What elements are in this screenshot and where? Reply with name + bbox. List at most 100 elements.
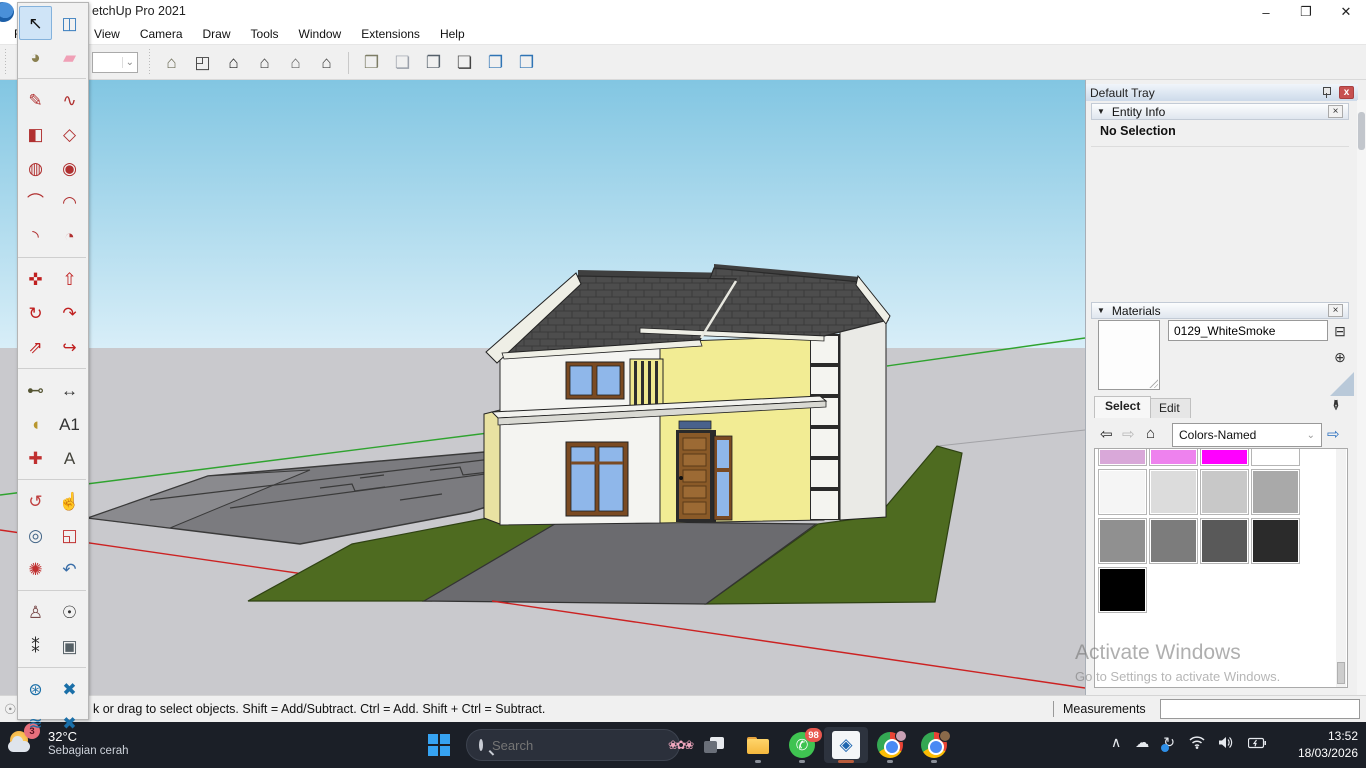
style-shaded-with-textures[interactable]: ❒ — [356, 49, 387, 76]
black[interactable] — [1098, 567, 1147, 613]
gray[interactable] — [1149, 518, 1198, 564]
sync-icon[interactable]: ↻ — [1163, 734, 1175, 751]
sketchup-taskbar-button[interactable]: ◈ — [824, 727, 868, 763]
view-iso[interactable]: ⌂ — [156, 49, 187, 76]
minimize-button[interactable]: – — [1246, 0, 1286, 24]
entity-info-header[interactable]: ▼ Entity Info × — [1091, 103, 1349, 120]
rotated-rectangle[interactable]: ◇ — [53, 117, 86, 151]
materials-header[interactable]: ▼ Materials × — [1091, 302, 1349, 319]
back-arrow-icon[interactable]: ⇦ — [1100, 425, 1113, 443]
view-front[interactable]: ⌂ — [218, 49, 249, 76]
start-button[interactable] — [428, 734, 450, 756]
zoom-extents[interactable]: ✺ — [19, 552, 52, 586]
geolocation-icon[interactable]: ☉ — [4, 701, 17, 718]
material-preview[interactable] — [1098, 320, 1160, 390]
rectangle[interactable]: ◧ — [19, 117, 52, 151]
materials-close-button[interactable]: × — [1328, 304, 1343, 317]
dimension[interactable]: ↔ — [53, 373, 86, 407]
plum[interactable] — [1098, 449, 1147, 466]
pie[interactable]: ◔ — [53, 219, 86, 253]
forward-arrow-icon[interactable]: ⇨ — [1122, 425, 1135, 443]
orbit[interactable]: ↺ — [19, 484, 52, 518]
three-point-arc[interactable]: ◝ — [19, 219, 52, 253]
polygon[interactable]: ◉ — [53, 151, 86, 185]
style-shaded[interactable]: ❐ — [480, 49, 511, 76]
pin-icon[interactable] — [1321, 87, 1331, 98]
two-point-arc[interactable]: ⌒ — [19, 185, 52, 219]
menu-item[interactable]: Draw — [193, 24, 241, 44]
line[interactable]: ✎ — [19, 83, 52, 117]
menu-item[interactable]: Window — [289, 24, 352, 44]
white[interactable] — [1251, 449, 1300, 466]
collapse-arrow-icon[interactable]: ▼ — [1097, 107, 1105, 116]
magenta[interactable] — [1200, 449, 1249, 466]
menu-item[interactable]: Extensions — [351, 24, 430, 44]
sample-paint-icon[interactable] — [1330, 372, 1354, 396]
three-d-text[interactable]: A — [53, 441, 86, 475]
tab-select[interactable]: Select — [1094, 396, 1151, 418]
zoom[interactable]: ◎ — [19, 518, 52, 552]
position-camera[interactable]: ♙ — [19, 595, 52, 629]
menu-item[interactable]: Help — [430, 24, 475, 44]
eyedropper-icon[interactable]: ✒ — [1326, 399, 1344, 412]
search-input[interactable] — [492, 738, 668, 753]
eraser[interactable]: ▰ — [53, 40, 86, 74]
lightgray[interactable] — [1200, 469, 1249, 515]
view-back[interactable]: ⌂ — [280, 49, 311, 76]
scale-combobox[interactable]: ⌄ — [92, 52, 138, 73]
violet[interactable] — [1149, 449, 1198, 466]
darkgray[interactable] — [1098, 518, 1147, 564]
style-x-ray[interactable]: ❏ — [387, 49, 418, 76]
walk[interactable]: ⁑ — [19, 629, 52, 663]
style-monochrome[interactable]: ❒ — [511, 49, 542, 76]
push-pull[interactable]: ⇧ — [53, 262, 86, 296]
details-arrow-icon[interactable]: ⇨ — [1327, 425, 1340, 443]
style-wireframe[interactable]: ❏ — [449, 49, 480, 76]
follow-me[interactable]: ↷ — [53, 296, 86, 330]
toolbar-grip[interactable] — [4, 49, 8, 75]
previous[interactable]: ↶ — [53, 552, 86, 586]
menu-item[interactable]: Tools — [241, 24, 289, 44]
entity-info-close-button[interactable]: × — [1328, 105, 1343, 118]
arc[interactable]: ◠ — [53, 185, 86, 219]
materials-scrollbar-thumb[interactable] — [1337, 662, 1345, 684]
style-back-edges[interactable]: ❐ — [418, 49, 449, 76]
close-button[interactable]: ✕ — [1326, 0, 1366, 24]
house-model[interactable] — [484, 264, 890, 525]
hidden-icons-chevron[interactable]: ∧ — [1111, 734, 1121, 751]
home-icon[interactable]: ⌂ — [1146, 425, 1155, 442]
secondary-pane-icon[interactable]: ⊟ — [1329, 320, 1351, 342]
file-explorer-button[interactable] — [736, 727, 780, 763]
restore-button[interactable]: ❐ — [1286, 0, 1326, 24]
sandbox-from-contours[interactable]: ≋ — [19, 706, 52, 740]
taskbar-clock[interactable]: 13:52 18/03/2026 — [1298, 728, 1358, 762]
tray-header[interactable]: Default Tray x — [1086, 84, 1358, 101]
upper-window[interactable] — [566, 362, 624, 399]
move[interactable]: ✜ — [19, 262, 52, 296]
gainsboro[interactable] — [1149, 469, 1198, 515]
onedrive-icon[interactable]: ☁ — [1135, 734, 1149, 751]
zoom-window[interactable]: ◱ — [53, 518, 86, 552]
make-component[interactable]: ◫ — [53, 6, 86, 40]
section-plane[interactable]: ▣ — [53, 629, 86, 663]
dimgray[interactable] — [1200, 518, 1249, 564]
create-material-icon[interactable]: ⊕ — [1329, 346, 1351, 368]
collapse-arrow-icon[interactable]: ▼ — [1097, 306, 1105, 315]
stamp[interactable]: ✖ — [53, 706, 86, 740]
whatsapp-button[interactable]: ✆ 98 — [780, 727, 824, 763]
task-view-button[interactable] — [692, 727, 736, 763]
view-right[interactable]: ⌂ — [249, 49, 280, 76]
collection-dropdown[interactable]: Colors-Named ⌄ — [1172, 423, 1322, 447]
axes[interactable]: ✚ — [19, 441, 52, 475]
measurements-input[interactable] — [1160, 699, 1360, 719]
look-around[interactable]: ☉ — [53, 595, 86, 629]
tab-edit[interactable]: Edit — [1148, 398, 1191, 418]
material-name-field[interactable] — [1168, 320, 1328, 341]
chevron-down-icon[interactable]: ⌄ — [122, 57, 137, 68]
protractor[interactable]: ◖ — [19, 407, 52, 441]
smoove[interactable]: ✖ — [53, 672, 86, 706]
chrome-profile-2-button[interactable] — [912, 727, 956, 763]
menu-item[interactable]: View — [84, 24, 130, 44]
chrome-profile-1-button[interactable] — [868, 727, 912, 763]
front-door[interactable] — [676, 421, 732, 522]
